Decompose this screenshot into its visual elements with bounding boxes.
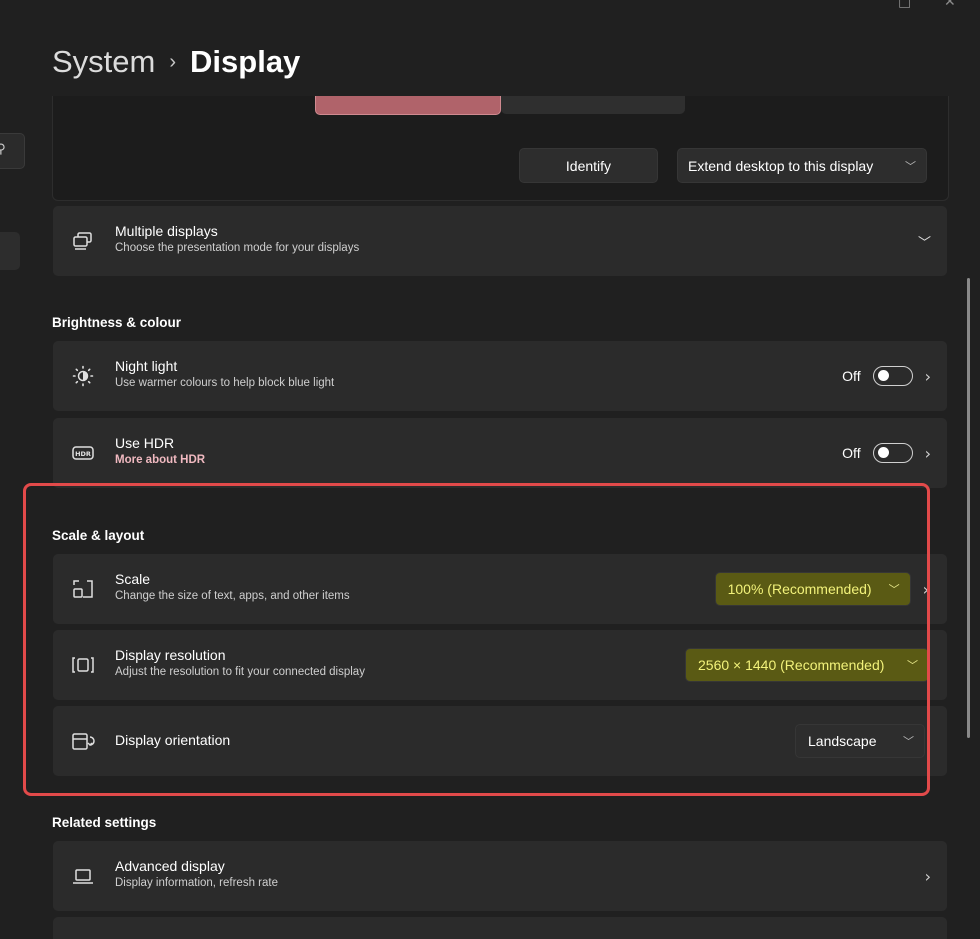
orientation-dropdown[interactable]: Landscape ﹀ [795, 724, 925, 758]
related-settings-heading: Related settings [52, 815, 157, 830]
night-light-toggle[interactable] [872, 366, 913, 386]
scrollbar[interactable] [967, 278, 970, 738]
sidebar-search-input[interactable]: ⚲ [0, 133, 25, 169]
display-arrangement-panel: Identify Extend desktop to this display … [52, 96, 949, 201]
scale-layout-heading: Scale & layout [52, 528, 145, 543]
hdr-state: Off [842, 445, 861, 461]
scale-card[interactable]: Scale Change the size of text, apps, and… [53, 554, 947, 624]
hdr-title: Use HDR [115, 435, 175, 451]
night-light-state: Off [842, 368, 861, 384]
chevron-down-icon: ﹀ [903, 735, 914, 748]
breadcrumb-display: Display [190, 44, 301, 79]
chevron-right-icon[interactable]: › [925, 367, 931, 386]
title-bar: □ ✕ [0, 0, 980, 10]
toggle-knob [877, 370, 889, 381]
hdr-toggle[interactable] [872, 443, 913, 463]
night-light-subtitle: Use warmer colours to help block blue li… [115, 377, 335, 389]
next-setting-card[interactable] [53, 917, 947, 939]
sidebar-item-selected[interactable] [0, 232, 20, 270]
night-light-card[interactable]: Night light Use warmer colours to help b… [53, 341, 947, 411]
advanced-display-subtitle: Display information, refresh rate [115, 877, 278, 889]
multiple-displays-title: Multiple displays [115, 223, 218, 239]
extend-display-dropdown[interactable]: Extend desktop to this display ﹀ [677, 148, 927, 183]
brightness-heading: Brightness & colour [52, 315, 182, 330]
multiple-displays-card[interactable]: Multiple displays Choose the presentatio… [53, 206, 947, 276]
page-title: System › Display [52, 44, 300, 80]
sun-icon [71, 364, 95, 388]
chevron-right-icon[interactable]: › [923, 580, 929, 599]
orientation-value: Landscape [808, 733, 877, 749]
hdr-card[interactable]: HDR Use HDR More about HDR Off › [53, 418, 947, 488]
scale-title: Scale [115, 571, 151, 587]
maximize-icon[interactable]: □ [898, 0, 911, 10]
display-resolution-subtitle: Adjust the resolution to fit your connec… [115, 666, 365, 678]
chevron-right-icon[interactable]: › [925, 867, 931, 886]
display-orientation-card[interactable]: Display orientation Landscape ﹀ [53, 706, 947, 776]
multiple-displays-icon [71, 229, 95, 253]
close-icon[interactable]: ✕ [944, 0, 956, 10]
scale-icon [71, 577, 95, 601]
monitor-2-tile[interactable] [501, 96, 685, 114]
orientation-icon [71, 729, 95, 753]
night-light-title: Night light [115, 358, 178, 374]
resolution-value: 2560 × 1440 (Recommended) [698, 657, 885, 673]
display-orientation-title: Display orientation [115, 732, 231, 748]
chevron-down-icon: ﹀ [907, 659, 918, 672]
breadcrumb-system[interactable]: System [52, 44, 155, 79]
multiple-displays-subtitle: Choose the presentation mode for your di… [115, 242, 360, 254]
breadcrumb-separator-icon: › [169, 51, 177, 73]
identify-label: Identify [565, 157, 612, 174]
scale-dropdown[interactable]: 100% (Recommended) ﹀ [714, 572, 911, 606]
extend-display-value: Extend desktop to this display [688, 157, 874, 174]
chevron-right-icon[interactable]: › [925, 444, 931, 463]
advanced-display-card[interactable]: Advanced display Display information, re… [53, 841, 947, 911]
svg-text:HDR: HDR [75, 450, 91, 458]
toggle-knob [877, 447, 889, 458]
chevron-down-icon: ﹀ [888, 583, 900, 596]
monitor-1-tile[interactable] [315, 96, 501, 115]
search-icon: ⚲ [0, 142, 6, 157]
scale-value: 100% (Recommended) [727, 581, 872, 597]
chevron-down-icon[interactable]: ﹀ [918, 232, 931, 251]
display-resolution-card[interactable]: Display resolution Adjust the resolution… [53, 630, 947, 700]
laptop-icon [71, 864, 95, 888]
resolution-dropdown[interactable]: 2560 × 1440 (Recommended) ﹀ [685, 648, 929, 682]
resolution-icon [71, 653, 95, 677]
advanced-display-title: Advanced display [115, 858, 225, 874]
chevron-down-icon: ﹀ [905, 159, 916, 173]
scale-subtitle: Change the size of text, apps, and other… [115, 590, 350, 602]
identify-button[interactable]: Identify [519, 148, 658, 183]
display-resolution-title: Display resolution [115, 647, 226, 663]
hdr-more-link[interactable]: More about HDR [115, 452, 205, 468]
hdr-icon: HDR [71, 441, 95, 465]
